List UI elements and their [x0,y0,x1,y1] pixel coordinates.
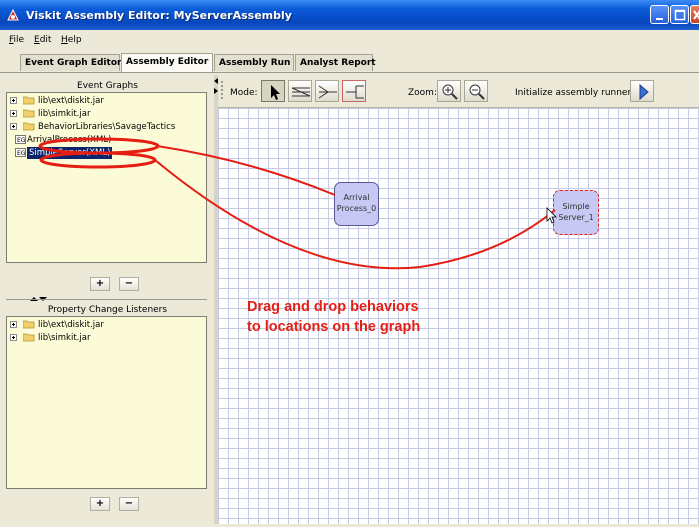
zoom-out-icon [469,84,485,100]
menu-help[interactable]: Help [61,35,82,45]
tree-item-diskit[interactable]: lib\ext\diskit.jar [7,95,206,107]
expand-icon[interactable] [10,334,17,341]
mode-label: Mode: [230,88,258,98]
pcl-icon [346,85,364,99]
pcl-item-simkit[interactable]: lib\simkit.jar [7,332,206,344]
zoom-in-icon [442,84,458,100]
folder-icon [23,122,35,131]
tree-item-label: BehaviorLibraries\SavageTactics [38,122,176,132]
svg-text:EG: EG [17,150,26,157]
window-titlebar[interactable]: Viskit Assembly Editor: MyServerAssembly [0,0,699,30]
minimize-button[interactable] [650,5,669,24]
tab-event-graph-editor[interactable]: Event Graph Editor [20,54,121,71]
tree-item-simple-server[interactable]: EG SimpleServer(XML) [7,147,206,159]
tree-item-label: lib\ext\diskit.jar [38,320,104,330]
assembly-canvas[interactable]: Arrival Process_0 Simple Server_1 Drag a… [218,108,699,525]
pcl-header: Property Change Listeners [47,305,168,315]
remove-event-graph-button[interactable]: − [119,277,139,291]
menu-edit[interactable]: Edit [34,35,51,45]
tab-assembly-editor[interactable]: Assembly Editor [121,53,213,72]
property-change-listener-button[interactable] [342,80,366,102]
tree-item-simkit[interactable]: lib\simkit.jar [7,108,206,120]
adapter-icon [291,87,311,97]
select-mode-button[interactable] [261,80,285,102]
instruction-annotation: Drag and drop behaviors to locations on … [247,299,421,335]
event-graphs-header: Event Graphs [77,81,138,91]
folder-icon [23,333,35,342]
expand-icon[interactable] [10,110,17,117]
sim-event-listener-button[interactable] [315,80,339,102]
adapter-mode-button[interactable] [288,80,312,102]
maximize-button[interactable] [670,5,689,24]
expand-icon[interactable] [10,97,17,104]
tree-item-label: lib\ext\diskit.jar [38,96,104,106]
menu-bar: File Edit Help [0,30,699,50]
maximize-icon [674,9,686,21]
expand-icon[interactable] [10,321,17,328]
expand-icon[interactable] [10,123,17,130]
play-icon [639,83,649,101]
listener-icon [318,85,337,99]
viskit-app-icon [7,8,19,21]
tree-item-label: lib\simkit.jar [38,109,91,119]
node-simple-server[interactable]: Simple Server_1 [553,190,599,235]
menu-file[interactable]: File [9,35,24,45]
tab-bar: Event Graph Editor Assembly Editor Assem… [0,50,699,73]
folder-icon [23,320,35,329]
close-icon [693,10,699,20]
add-pcl-button[interactable]: + [90,497,110,511]
assembly-toolbar: Mode: Zoom: Initialize assembly runner: [218,75,699,108]
remove-pcl-button[interactable]: − [119,497,139,511]
tree-item-label: lib\simkit.jar [38,333,91,343]
node-arrival-process[interactable]: Arrival Process_0 [334,182,379,226]
tree-item-label: ArrivalProcess(XML) [27,135,112,145]
event-graphs-tree[interactable]: lib\ext\diskit.jar lib\simkit.jar Behavi… [6,92,207,263]
event-graph-icon: EG [15,148,26,157]
event-graph-icon: EG [15,135,26,144]
pcl-item-diskit[interactable]: lib\ext\diskit.jar [7,319,206,331]
init-runner-label: Initialize assembly runner: [515,88,635,98]
init-runner-button[interactable] [630,80,654,102]
pcl-tree[interactable]: lib\ext\diskit.jar lib\simkit.jar [6,316,207,489]
zoom-out-button[interactable] [464,80,488,102]
toolbar-grip-icon[interactable] [220,79,226,103]
zoom-label: Zoom: [408,88,437,98]
add-event-graph-button[interactable]: + [90,277,110,291]
left-pane: Event Graphs lib\ext\diskit.jar lib\simk… [0,75,215,525]
tab-analyst-report[interactable]: Analyst Report [295,54,376,71]
splitter-line [6,299,207,300]
arrow-pointer-icon [271,85,280,100]
tree-item-behavior-libraries[interactable]: BehaviorLibraries\SavageTactics [7,121,206,133]
svg-text:EG: EG [17,137,26,144]
tab-assembly-run[interactable]: Assembly Run [214,54,294,71]
folder-icon [23,96,35,105]
tree-item-arrival-process[interactable]: EG ArrivalProcess(XML) [7,134,206,146]
folder-icon [23,109,35,118]
window-title: Viskit Assembly Editor: MyServerAssembly [26,9,292,22]
tree-item-label: SimpleServer(XML) [27,147,113,159]
zoom-in-button[interactable] [437,80,461,102]
close-button[interactable] [690,5,699,24]
minimize-icon [656,18,663,20]
